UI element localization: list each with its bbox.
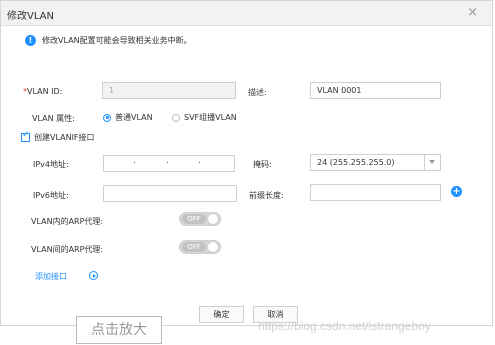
modify-vlan-dialog: 修改VLAN × ! 修改VLAN配置可能会导致相关业务中断。 *VLAN ID… [0, 0, 493, 326]
ipv6-address-input[interactable] [103, 185, 237, 202]
prefix-length-input[interactable] [310, 184, 441, 201]
ipv4-address-input[interactable] [103, 155, 235, 172]
add-interface-link[interactable]: 添加接口 [35, 271, 67, 282]
close-icon[interactable]: × [467, 5, 478, 20]
radio-normal-vlan[interactable]: 普通VLAN [103, 112, 153, 123]
info-icon: ! [25, 34, 36, 46]
ipv4-label: IPv4地址: [33, 160, 69, 169]
create-vlanif-checkbox[interactable]: ✓ 创建VLANIF接口 [21, 130, 95, 143]
vlan-id-label: *VLAN ID: [23, 87, 63, 96]
vlan-id-input[interactable]: 1 [102, 82, 236, 99]
watermark-text: https://blog.csdn.net/istrangeboy [258, 319, 431, 333]
create-vlanif-label: 创建VLANIF接口 [34, 133, 95, 142]
expand-arrow-icon[interactable] [89, 271, 98, 280]
zoom-overlay-button[interactable]: 点击放大 [76, 316, 162, 344]
description-input[interactable]: VLAN 0001 [310, 82, 441, 99]
toggle-state: OFF [182, 214, 206, 224]
mask-select[interactable]: 24 (255.255.255.0) [310, 154, 441, 171]
checkbox-checked-icon: ✓ [21, 130, 30, 142]
prefix-length-label: 前缀长度: [249, 191, 284, 200]
inter-vlan-arp-proxy-label: VLAN间的ARP代理: [31, 245, 104, 254]
description-label: 描述: [248, 88, 267, 97]
chevron-down-icon [424, 155, 440, 170]
dialog-title: 修改VLAN [7, 11, 54, 22]
radio-svf-vlan-label: SVF组播VLAN [184, 113, 237, 122]
warning-text: 修改VLAN配置可能会导致相关业务中断。 [42, 35, 192, 45]
dialog-title-bar: 修改VLAN × [1, 1, 492, 26]
toggle-knob [207, 213, 219, 225]
intra-vlan-arp-proxy-toggle[interactable]: OFF [179, 212, 221, 226]
toggle-state: OFF [182, 242, 206, 252]
mask-label: 掩码: [253, 160, 272, 169]
inter-vlan-arp-proxy-toggle[interactable]: OFF [179, 240, 221, 254]
radio-selected-icon [103, 113, 111, 122]
radio-svf-multicast-vlan[interactable]: SVF组播VLAN [172, 112, 237, 123]
radio-normal-vlan-label: 普通VLAN [115, 113, 153, 122]
warning-message: ! 修改VLAN配置可能会导致相关业务中断。 [25, 33, 192, 47]
mask-select-value: 24 (255.255.255.0) [317, 158, 395, 167]
intra-vlan-arp-proxy-label: VLAN内的ARP代理: [31, 217, 104, 226]
vlan-attribute-label: VLAN 属性: [32, 114, 75, 123]
ipv4-separator: . [166, 156, 169, 166]
toggle-knob [207, 241, 219, 253]
ok-button[interactable]: 确定 [199, 306, 244, 323]
ipv6-label: IPv6地址: [33, 191, 69, 200]
ipv4-separator: . [133, 156, 136, 166]
add-ipv6-plus-icon[interactable]: + [451, 186, 462, 197]
radio-unselected-icon [172, 113, 180, 122]
ipv4-separator: . [198, 156, 201, 166]
